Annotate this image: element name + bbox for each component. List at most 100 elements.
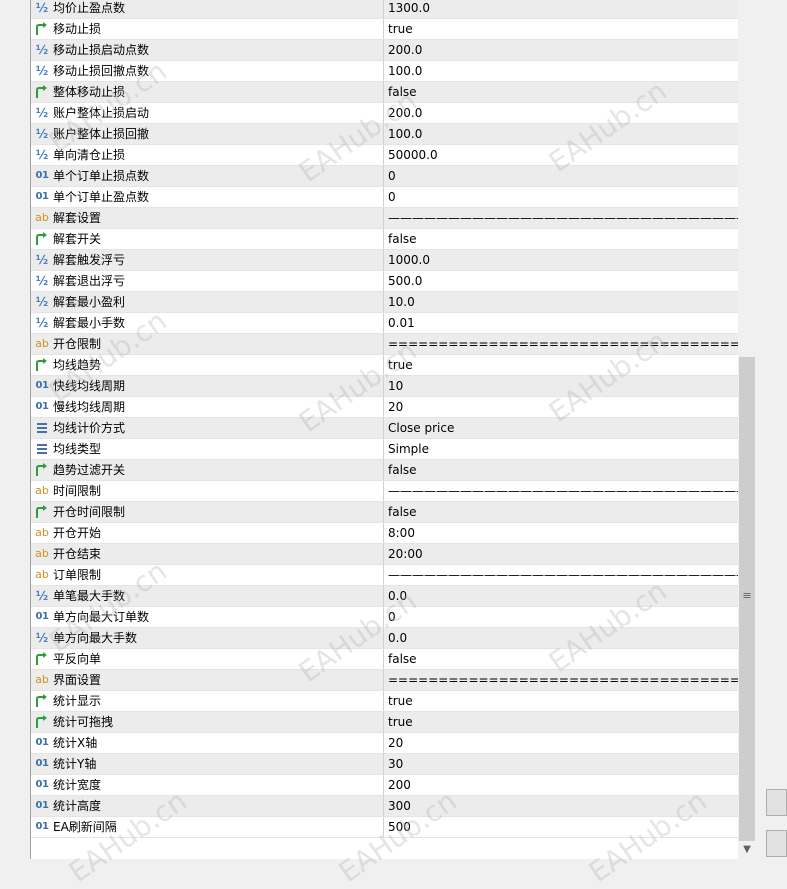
- parameter-row[interactable]: ½ 账户整体止损启动 200.0: [31, 103, 739, 124]
- parameter-row[interactable]: 平反向单 false: [31, 649, 739, 670]
- parameter-row[interactable]: 均线类型 Simple: [31, 439, 739, 460]
- parameter-value[interactable]: 0: [388, 187, 396, 207]
- parameter-value-cell[interactable]: false: [384, 502, 739, 522]
- parameter-value-cell[interactable]: 20: [384, 397, 739, 417]
- parameter-value[interactable]: false: [388, 649, 417, 669]
- parameter-value[interactable]: Close price: [388, 418, 454, 438]
- side-button-2[interactable]: [766, 830, 787, 857]
- parameter-row[interactable]: ab 解套设置 ——————————————————————————————: [31, 208, 739, 229]
- vertical-scrollbar[interactable]: ≡ ▼: [738, 0, 756, 859]
- parameter-value[interactable]: 200: [388, 775, 411, 795]
- parameter-value[interactable]: false: [388, 82, 417, 102]
- parameter-value-cell[interactable]: false: [384, 460, 739, 480]
- parameter-value-cell[interactable]: 30: [384, 754, 739, 774]
- parameter-value-cell[interactable]: 8:00: [384, 523, 739, 543]
- parameter-value-cell[interactable]: 10: [384, 376, 739, 396]
- parameter-value[interactable]: 0.0: [388, 586, 407, 606]
- parameter-value[interactable]: false: [388, 229, 417, 249]
- parameter-value[interactable]: 10.0: [388, 292, 415, 312]
- parameter-row[interactable]: ½ 账户整体止损回撤 100.0: [31, 124, 739, 145]
- parameter-value-cell[interactable]: 0.0: [384, 586, 739, 606]
- parameter-value[interactable]: 50000.0: [388, 145, 438, 165]
- scroll-down-arrow-icon[interactable]: ▼: [738, 841, 756, 859]
- parameter-value[interactable]: 200.0: [388, 40, 422, 60]
- parameter-value[interactable]: ——————————————————————————————: [388, 208, 739, 228]
- parameter-value-cell[interactable]: true: [384, 712, 739, 732]
- parameter-value-cell[interactable]: 20: [384, 733, 739, 753]
- parameter-row[interactable]: ab 开仓结束 20:00: [31, 544, 739, 565]
- parameter-value-cell[interactable]: false: [384, 229, 739, 249]
- parameter-row[interactable]: ab 开仓限制 ==================================…: [31, 334, 739, 355]
- parameter-value-cell[interactable]: 10.0: [384, 292, 739, 312]
- parameter-value[interactable]: false: [388, 502, 417, 522]
- parameter-row[interactable]: 01 统计Y轴 30: [31, 754, 739, 775]
- parameter-value-cell[interactable]: ——————————————————————————————: [384, 565, 739, 585]
- parameter-value-cell[interactable]: 50000.0: [384, 145, 739, 165]
- parameter-row[interactable]: ab 订单限制 ——————————————————————————————: [31, 565, 739, 586]
- parameter-value[interactable]: 20:00: [388, 544, 423, 564]
- parameter-value-cell[interactable]: 200.0: [384, 40, 739, 60]
- parameter-value[interactable]: 1300.0: [388, 0, 430, 18]
- parameter-value-cell[interactable]: 0.0: [384, 628, 739, 648]
- parameter-value-cell[interactable]: true: [384, 691, 739, 711]
- parameter-value-cell[interactable]: 0: [384, 187, 739, 207]
- parameter-value[interactable]: 20: [388, 397, 403, 417]
- parameter-value-cell[interactable]: 200.0: [384, 103, 739, 123]
- parameter-value[interactable]: ——————————————————————————————: [388, 565, 739, 585]
- parameter-row[interactable]: 均线趋势 true: [31, 355, 739, 376]
- parameter-value[interactable]: 0.0: [388, 628, 407, 648]
- parameter-value[interactable]: 300: [388, 796, 411, 816]
- parameter-value[interactable]: 100.0: [388, 124, 422, 144]
- parameter-value[interactable]: 0: [388, 166, 396, 186]
- parameter-value[interactable]: ========================================…: [388, 334, 739, 354]
- parameter-row[interactable]: 01 统计X轴 20: [31, 733, 739, 754]
- parameter-row[interactable]: ab 时间限制 ——————————————————————————————: [31, 481, 739, 502]
- parameter-value[interactable]: false: [388, 460, 417, 480]
- parameter-row[interactable]: 均线计价方式 Close price: [31, 418, 739, 439]
- parameter-value[interactable]: 8:00: [388, 523, 415, 543]
- parameter-value[interactable]: 500.0: [388, 271, 422, 291]
- parameter-row[interactable]: ½ 单笔最大手数 0.0: [31, 586, 739, 607]
- parameter-value-cell[interactable]: 1000.0: [384, 250, 739, 270]
- parameter-row[interactable]: ½ 单方向最大手数 0.0: [31, 628, 739, 649]
- parameter-value-cell[interactable]: ——————————————————————————————: [384, 481, 739, 501]
- parameter-value[interactable]: 30: [388, 754, 403, 774]
- parameter-row[interactable]: ½ 均价止盈点数 1300.0: [31, 0, 739, 19]
- parameter-value-cell[interactable]: 500: [384, 817, 739, 837]
- parameter-value-cell[interactable]: 0: [384, 607, 739, 627]
- parameter-row[interactable]: ab 开仓开始 8:00: [31, 523, 739, 544]
- parameter-value[interactable]: ========================================…: [388, 670, 739, 690]
- parameter-value-cell[interactable]: 300: [384, 796, 739, 816]
- parameter-value-cell[interactable]: 100.0: [384, 124, 739, 144]
- parameter-value[interactable]: ——————————————————————————————: [388, 481, 739, 501]
- parameter-row[interactable]: 统计可拖拽 true: [31, 712, 739, 733]
- parameter-value-cell[interactable]: 500.0: [384, 271, 739, 291]
- parameter-value[interactable]: 20: [388, 733, 403, 753]
- parameter-value-cell[interactable]: 0: [384, 166, 739, 186]
- parameter-value[interactable]: 0.01: [388, 313, 415, 333]
- parameter-row[interactable]: ½ 单向清仓止损 50000.0: [31, 145, 739, 166]
- parameter-row[interactable]: 开仓时间限制 false: [31, 502, 739, 523]
- parameter-value[interactable]: Simple: [388, 439, 429, 459]
- parameter-value[interactable]: 500: [388, 817, 411, 837]
- parameter-value-cell[interactable]: false: [384, 649, 739, 669]
- parameter-value[interactable]: 1000.0: [388, 250, 430, 270]
- parameter-row[interactable]: ½ 移动止损回撤点数 100.0: [31, 61, 739, 82]
- parameter-row[interactable]: 01 慢线均线周期 20: [31, 397, 739, 418]
- parameter-value-cell[interactable]: 20:00: [384, 544, 739, 564]
- parameter-row[interactable]: ½ 解套退出浮亏 500.0: [31, 271, 739, 292]
- parameter-value-cell[interactable]: Close price: [384, 418, 739, 438]
- parameter-row[interactable]: 01 单个订单止盈点数 0: [31, 187, 739, 208]
- parameter-value[interactable]: 200.0: [388, 103, 422, 123]
- parameter-row[interactable]: 01 单个订单止损点数 0: [31, 166, 739, 187]
- parameter-row[interactable]: ½ 解套触发浮亏 1000.0: [31, 250, 739, 271]
- parameter-row[interactable]: 01 单方向最大订单数 0: [31, 607, 739, 628]
- parameter-row[interactable]: ½ 解套最小手数 0.01: [31, 313, 739, 334]
- parameter-value-cell[interactable]: true: [384, 19, 739, 39]
- parameter-row[interactable]: 统计显示 true: [31, 691, 739, 712]
- parameter-value-cell[interactable]: 0.01: [384, 313, 739, 333]
- parameter-row[interactable]: 趋势过滤开关 false: [31, 460, 739, 481]
- parameter-row[interactable]: ab 界面设置 ==================================…: [31, 670, 739, 691]
- parameter-value-cell[interactable]: ——————————————————————————————: [384, 208, 739, 228]
- parameter-value[interactable]: true: [388, 355, 413, 375]
